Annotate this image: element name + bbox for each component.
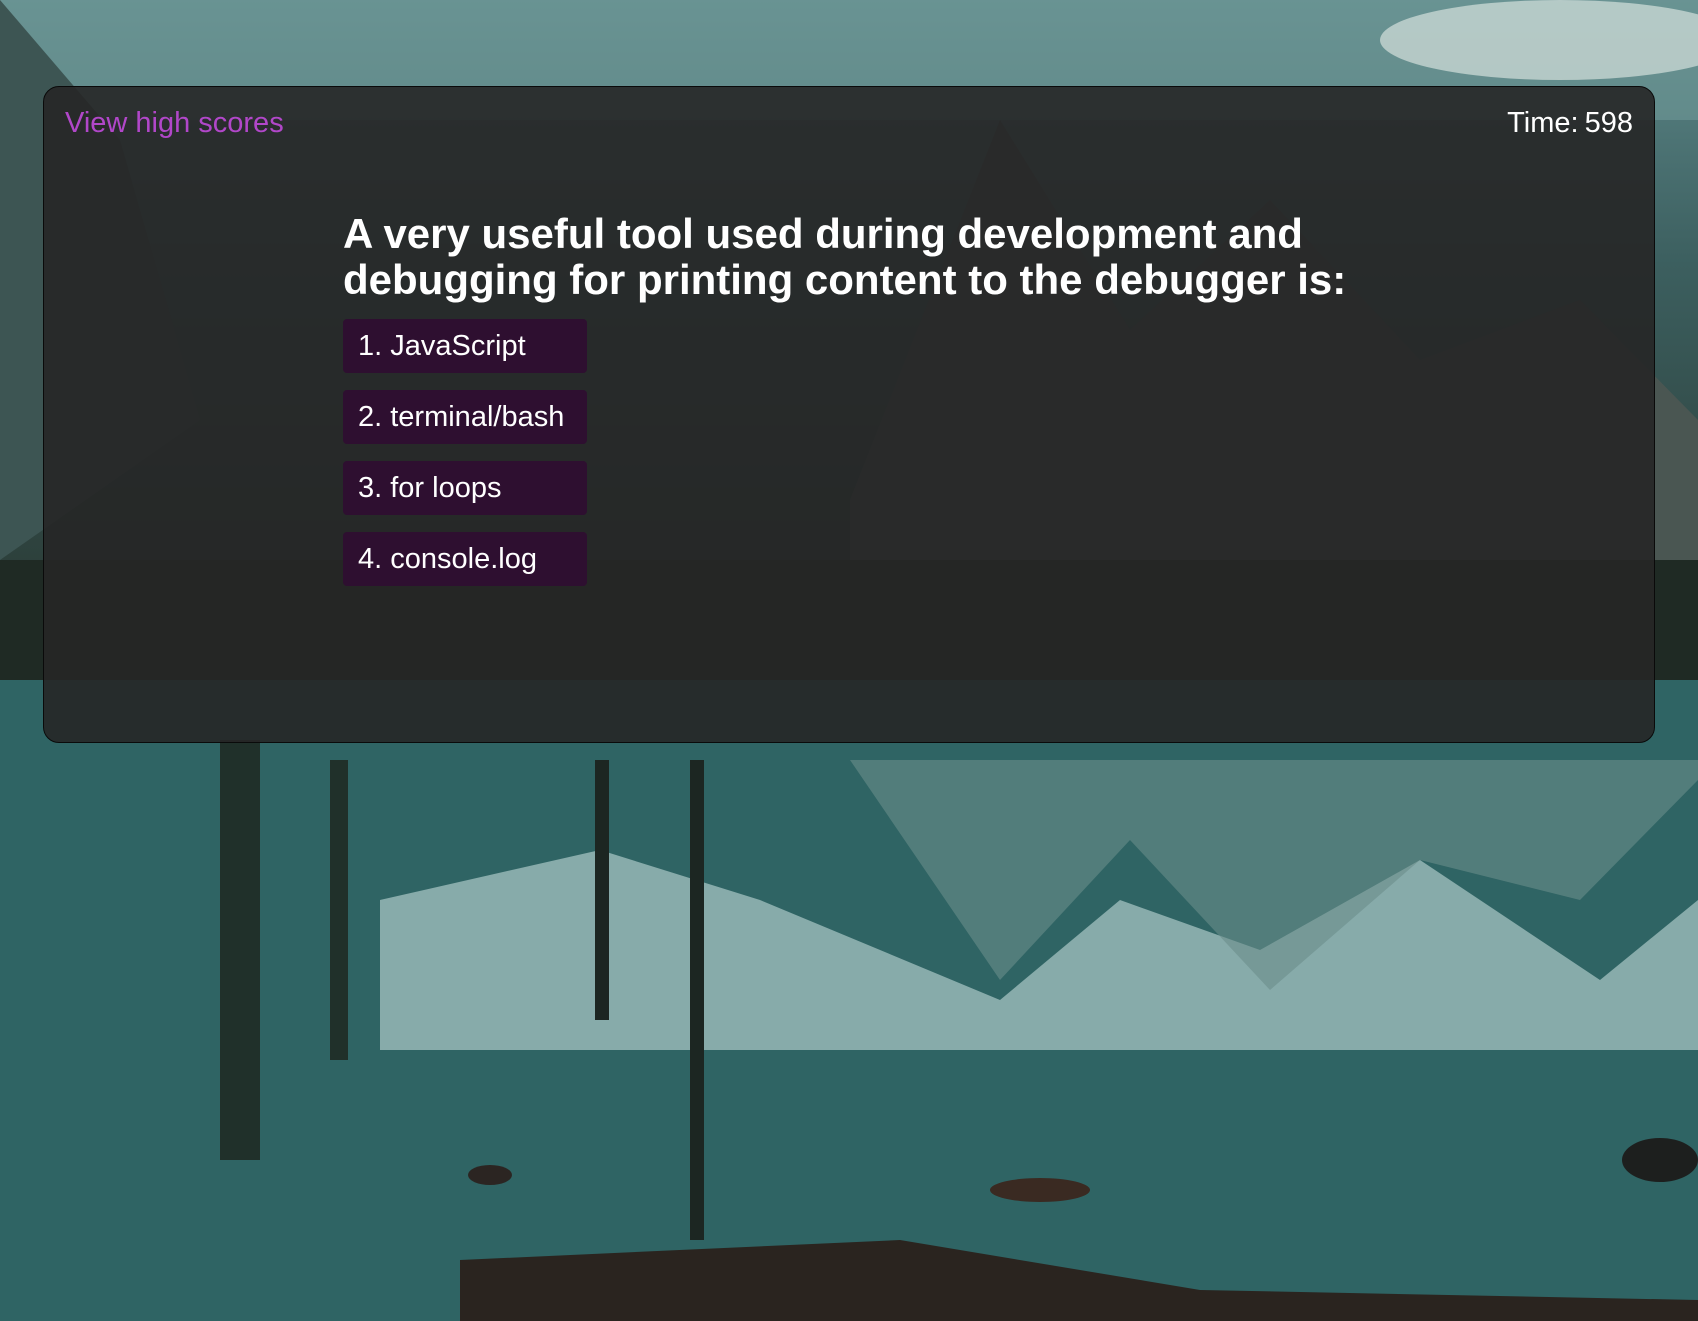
question-text: A very useful tool used during developme… — [343, 210, 1347, 303]
answer-button-1[interactable]: 1. JavaScript — [343, 319, 587, 373]
answer-item: 2. terminal/bash — [343, 390, 587, 444]
timer: Time: 598 — [1507, 107, 1633, 140]
view-high-scores-link[interactable]: View high scores — [65, 107, 284, 140]
timer-value: 598 — [1584, 107, 1633, 139]
quiz-panel: View high scores Time: 598 A very useful … — [43, 86, 1655, 743]
answer-item: 1. JavaScript — [343, 319, 587, 373]
answer-button-3[interactable]: 3. for loops — [343, 461, 587, 515]
answer-item: 4. console.log — [343, 532, 587, 586]
answer-button-2[interactable]: 2. terminal/bash — [343, 390, 587, 444]
timer-label: Time: — [1507, 107, 1579, 139]
answer-list: 1. JavaScript 2. terminal/bash 3. for lo… — [343, 319, 587, 603]
answer-item: 3. for loops — [343, 461, 587, 515]
answer-button-4[interactable]: 4. console.log — [343, 532, 587, 586]
